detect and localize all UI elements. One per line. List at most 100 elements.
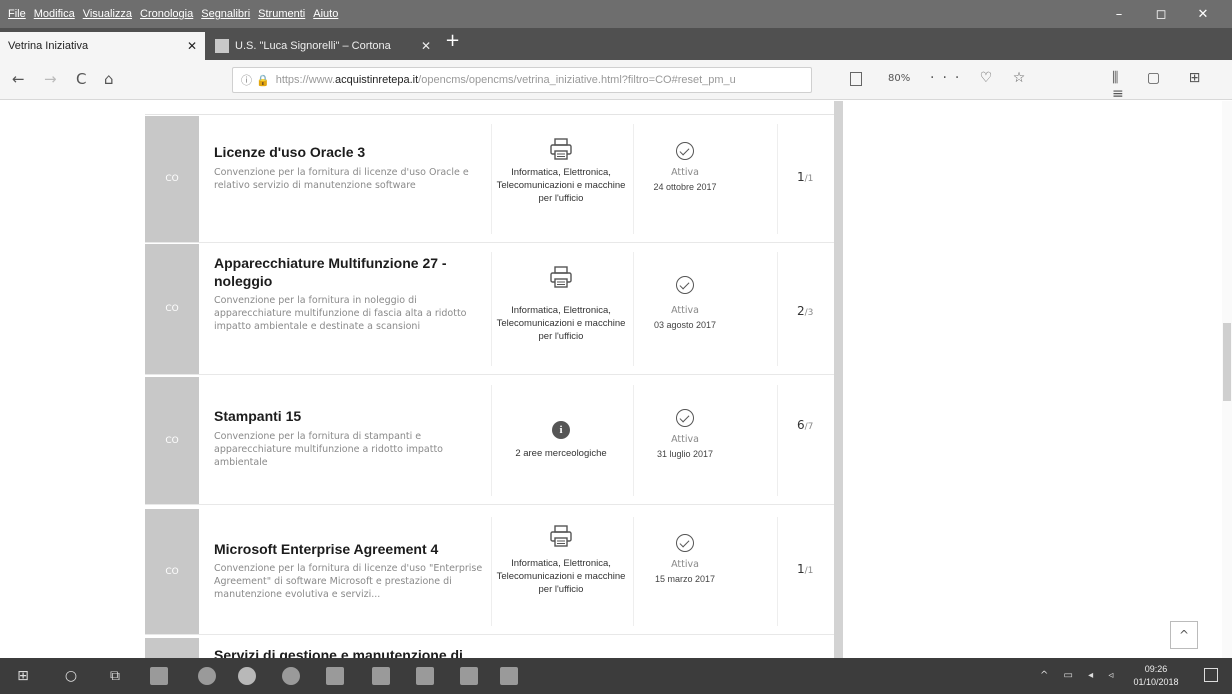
initiative-title[interactable]: Licenze d'uso Oracle 3 — [214, 143, 489, 161]
close-window-button[interactable]: ✕ — [1182, 7, 1224, 22]
url-domain: acquistinretepa.it — [335, 74, 419, 86]
initiatives-list: CO Licenze d'uso Oracle 3 Convenzione pe… — [145, 101, 843, 658]
back-to-top-button[interactable]: ^ — [1170, 621, 1198, 649]
lot-count-value: 1 — [797, 170, 805, 184]
initiative-card[interactable]: CO Microsoft Enterprise Agreement 4 Conv… — [145, 509, 834, 635]
url-prefix: https://www. — [275, 74, 335, 86]
reader-view-icon[interactable] — [850, 72, 862, 86]
url-bar[interactable]: ⓘ 🔒 https://www. acquistinretepa.it/openc… — [232, 67, 812, 93]
minimize-button[interactable]: – — [1098, 7, 1140, 22]
tab-vetrina-iniziativa[interactable]: Vetrina Iniziativa ✕ — [0, 32, 205, 60]
navigation-bar: ← → C ⌂ ⓘ 🔒 https://www. acquistinretepa.… — [0, 60, 1232, 102]
initiative-type-tag: CO — [145, 377, 199, 504]
url-path: /opencms/opencms/vetrina_iniziative.html… — [418, 74, 736, 86]
column-divider — [633, 124, 634, 234]
file-explorer-icon[interactable] — [150, 667, 168, 685]
forward-icon[interactable]: → — [44, 70, 57, 88]
page-actions-icons[interactable]: ··· ♡ ☆ — [930, 70, 1033, 86]
printer-icon — [550, 266, 572, 288]
check-circle-icon — [676, 142, 694, 160]
system-tray-icons[interactable]: ^ ▭ ◂ ◃ — [1040, 670, 1119, 681]
start-icon[interactable]: ⊞ — [14, 667, 32, 685]
check-circle-icon — [676, 534, 694, 552]
initiative-type-tag: CO — [145, 244, 199, 374]
lot-count-total: /3 — [804, 308, 814, 318]
toolbar-right-icons[interactable]: ⫼ ▢ ⊞ ≡ — [1112, 70, 1232, 102]
firefox-icon[interactable] — [238, 667, 256, 685]
app-icon[interactable] — [416, 667, 434, 685]
column-divider — [777, 517, 778, 626]
app-icon[interactable] — [500, 667, 518, 685]
initiative-type-tag: CO — [145, 509, 199, 634]
scrollbar-thumb[interactable] — [1223, 323, 1231, 401]
notification-icon[interactable] — [1204, 668, 1218, 682]
initiative-title[interactable]: Stampanti 15 — [214, 407, 489, 425]
initiative-title[interactable]: Microsoft Enterprise Agreement 4 — [214, 540, 489, 558]
tab-close-icon[interactable]: ✕ — [421, 39, 431, 53]
tab-close-icon[interactable]: ✕ — [187, 39, 197, 53]
lot-count-value: 1 — [797, 562, 805, 576]
menu-strumenti[interactable]: Strumenti — [258, 8, 305, 20]
status-date: 03 agosto 2017 — [653, 320, 717, 330]
initiative-title[interactable]: Apparecchiature Multifunzione 27 - noleg… — [214, 254, 489, 290]
lot-count-value: 6 — [797, 418, 805, 432]
status-label: Attiva — [671, 559, 699, 570]
clock-time: 09:26 — [1144, 664, 1168, 674]
check-circle-icon — [676, 276, 694, 294]
app-icon[interactable] — [326, 667, 344, 685]
home-icon[interactable]: ⌂ — [104, 70, 114, 88]
initiative-title[interactable]: Servizi di gestione e manutenzione di — [214, 646, 489, 658]
check-circle-icon — [676, 409, 694, 427]
maximize-button[interactable]: ◻ — [1140, 7, 1182, 22]
tab-label: U.S. "Luca Signorelli" – Cortona — [235, 40, 391, 52]
column-divider — [777, 252, 778, 366]
status-date: 24 ottobre 2017 — [653, 182, 717, 192]
status-label: Attiva — [671, 434, 699, 445]
reload-icon[interactable]: C — [76, 70, 86, 88]
info-icon[interactable]: i — [552, 421, 570, 439]
page-scrollbar[interactable] — [1222, 101, 1232, 658]
printer-icon — [550, 525, 572, 547]
category-label[interactable]: 2 aree merceologiche — [491, 447, 631, 460]
app-icon[interactable] — [460, 667, 478, 685]
column-divider — [777, 124, 778, 234]
clock-date: 01/10/2018 — [1133, 677, 1179, 687]
taskbar-clock[interactable]: 09:26 01/10/2018 — [1128, 663, 1184, 689]
page-content: CO Licenze d'uso Oracle 3 Convenzione pe… — [0, 101, 1232, 658]
status-label: Attiva — [671, 305, 699, 316]
lot-count: 2/3 — [797, 304, 813, 318]
menu-file[interactable]: File — [8, 8, 26, 20]
tab-cortona[interactable]: U.S. "Luca Signorelli" – Cortona ✕ — [207, 32, 439, 60]
chrome-icon[interactable] — [198, 667, 216, 685]
task-view-icon[interactable]: ⧉ — [106, 667, 124, 685]
app-icon[interactable] — [282, 667, 300, 685]
initiative-card[interactable]: CO Apparecchiature Multifunzione 27 - no… — [145, 244, 834, 375]
initiative-card[interactable]: CO Licenze d'uso Oracle 3 Convenzione pe… — [145, 116, 834, 243]
menu-segnalibri[interactable]: Segnalibri — [201, 8, 250, 20]
new-tab-button[interactable]: + — [445, 30, 460, 51]
initiative-status: Attiva 31 luglio 2017 — [645, 409, 725, 461]
initiative-card[interactable]: Servizi di gestione e manutenzione di — [145, 638, 834, 658]
calculator-icon[interactable] — [372, 667, 390, 685]
site-info-icon[interactable]: ⓘ — [241, 72, 252, 88]
status-date: 15 marzo 2017 — [654, 574, 716, 584]
back-icon[interactable]: ← — [12, 70, 25, 88]
column-divider — [633, 385, 634, 496]
search-icon[interactable]: ○ — [62, 667, 80, 685]
menu-visualizza[interactable]: Visualizza — [83, 8, 132, 20]
menu-aiuto[interactable]: Aiuto — [313, 8, 338, 20]
initiative-category: Informatica, Elettronica, Telecomunicazi… — [491, 266, 631, 343]
initiative-description: Convenzione per la fornitura di licenze … — [214, 167, 469, 191]
menu-modifica[interactable]: Modifica — [34, 8, 75, 20]
lot-count: 6/7 — [797, 418, 813, 432]
initiative-description: Convenzione per la fornitura in noleggio… — [214, 295, 467, 332]
list-top-strip — [145, 101, 834, 115]
initiative-type-tag — [145, 638, 199, 658]
initiative-status: Attiva 03 agosto 2017 — [645, 276, 725, 332]
zoom-level[interactable]: 80% — [888, 73, 910, 84]
category-label: Informatica, Elettronica, Telecomunicazi… — [496, 558, 626, 595]
initiative-card[interactable]: CO Stampanti 15 Convenzione per la forni… — [145, 377, 834, 505]
initiative-description: Convenzione per la fornitura di licenze … — [214, 563, 483, 600]
menu-cronologia[interactable]: Cronologia — [140, 8, 193, 20]
initiative-category: i 2 aree merceologiche — [491, 421, 631, 460]
